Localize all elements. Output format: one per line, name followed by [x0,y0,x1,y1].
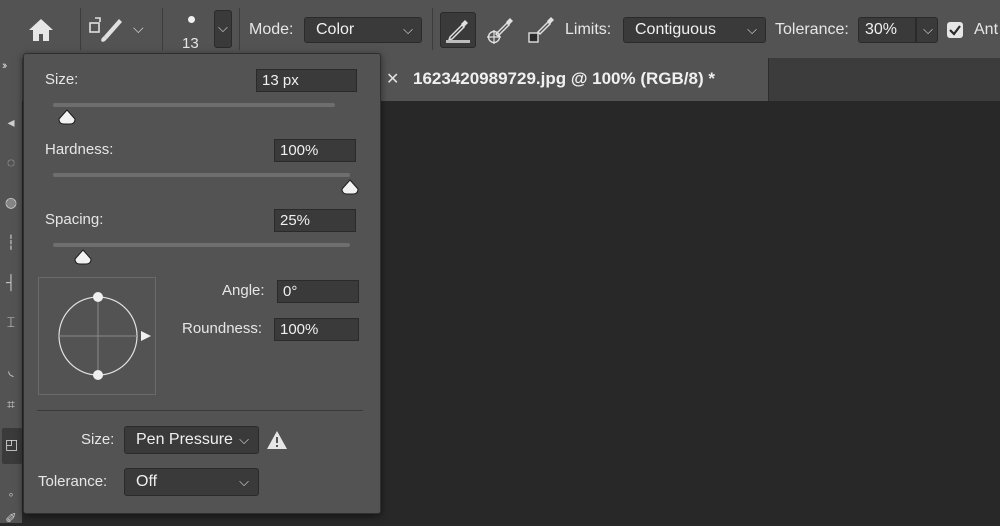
frame-tool-icon[interactable]: ⌶ [3,314,19,330]
antialias-checkbox[interactable] [947,22,963,38]
tolerance-control-value: Off [136,473,158,490]
size-label: Size: [45,71,79,88]
size-slider-track[interactable] [53,103,335,107]
mode-dropdown[interactable]: Color ⌵ [304,17,422,43]
size-control-dropdown[interactable]: Pen Pressure ⌵ [124,426,259,454]
spacing-slider-thumb[interactable] [74,249,92,265]
chevron-down-icon: ⌵ [218,20,228,35]
chevron-down-icon: ⌵ [923,22,933,37]
size-control-value: Pen Pressure [136,431,233,448]
eraser-tool-icon[interactable]: ✐ [3,510,19,526]
spacing-slider-track[interactable] [53,243,350,247]
tolerance-control-label: Tolerance: [38,473,108,490]
document-tab-title: 1623420989729.jpg @ 100% (RGB/8) * [413,69,715,88]
options-bar: ⌵ 13 ⌵ Mode: Color ⌵ Limits: Contiguous … [0,0,1000,59]
spacing-value: 25% [280,212,311,229]
home-icon[interactable] [26,16,56,44]
tools-panel: ›› ◂ ◌ ◍ ┆ ┤ ⌶ ◟ ⌗ ◰ ◦ ✐ [0,58,22,526]
spacing-input[interactable]: 25% [274,209,356,232]
tolerance-label: Tolerance: [775,21,849,38]
tolerance-value: 30% [865,21,898,38]
slice-tool-icon[interactable]: ┤ [3,274,19,290]
eyedropper-once-icon [487,18,513,44]
brush-preset-picker[interactable]: 13 [175,8,209,52]
sampling-continuous-button[interactable] [440,12,476,48]
mode-value: Color [316,21,355,38]
brush-tip-shape-diagram [58,292,151,380]
tool-preset-picker[interactable]: ⌵ [88,14,150,46]
angle-value: 0° [283,283,298,300]
popover-divider [37,410,363,411]
eyedropper-tool-icon[interactable]: ◟ [3,362,19,378]
chevron-down-icon: ⌵ [239,432,249,447]
size-value: 13 px [262,72,299,89]
hardness-label: Hardness: [45,141,114,158]
chevron-down-icon: ⌵ [747,22,757,37]
document-tab[interactable]: ✕ 1623420989729.jpg @ 100% (RGB/8) * [380,58,769,101]
hardness-slider-thumb[interactable] [341,179,359,195]
healing-brush-tool-icon[interactable]: ⌗ [3,396,19,412]
brush-preset-dropdown-button[interactable]: ⌵ [214,10,232,48]
quick-selection-tool-icon[interactable]: ◍ [3,194,19,210]
color-replacement-brush-icon [89,17,122,42]
tolerance-control-dropdown[interactable]: Off ⌵ [124,468,259,496]
antialias-label: Ant [974,21,999,38]
hardness-input[interactable]: 100% [274,139,356,162]
checkmark-icon [949,25,961,36]
hardness-value: 100% [280,142,319,159]
spacing-label: Spacing: [45,211,104,228]
limits-dropdown[interactable]: Contiguous ⌵ [623,17,766,43]
size-slider-thumb[interactable] [58,109,76,125]
limits-value: Contiguous [635,21,716,38]
size-input[interactable]: 13 px [256,69,357,92]
chevron-down-icon: ⌵ [239,474,249,489]
close-icon[interactable]: ✕ [386,69,399,89]
brush-angle-roundness-preview[interactable] [38,277,156,395]
brush-size-readout: 13 [182,35,199,52]
chevron-down-icon: ⌵ [403,22,413,37]
expand-panel-icon[interactable]: ›› [2,60,8,72]
tolerance-slider-button[interactable]: ⌵ [916,17,938,43]
angle-label: Angle: [222,282,265,299]
sampling-once-button[interactable] [484,12,518,46]
chevron-down-icon: ⌵ [133,20,144,36]
eyedropper-continuous-icon [446,20,470,43]
roundness-label: Roundness: [182,320,263,337]
mode-label: Mode: [249,21,294,38]
warning-icon [267,431,287,449]
tolerance-input[interactable]: 30% [858,17,916,43]
lasso-tool-icon[interactable]: ◌ [3,154,19,170]
crop-tool-icon[interactable]: ┆ [3,234,19,250]
eyedropper-background-icon [528,17,554,43]
limits-label: Limits: [565,21,612,38]
history-brush-tool-icon[interactable]: ◦ [3,486,19,502]
size-control-label: Size: [81,431,115,448]
move-tool-icon[interactable]: ◂ [3,114,19,130]
angle-input[interactable]: 0° [277,280,359,303]
roundness-input[interactable]: 100% [274,318,359,341]
color-replacement-tool-icon[interactable]: ◰ [2,428,22,464]
sampling-background-swatch-button[interactable] [524,12,558,46]
brush-tip-preview [188,16,195,23]
roundness-value: 100% [280,321,319,338]
brush-settings-popover: Size: 13 px Hardness: 100% Spacing: 25% … [23,53,381,514]
hardness-slider-track[interactable] [53,173,350,177]
